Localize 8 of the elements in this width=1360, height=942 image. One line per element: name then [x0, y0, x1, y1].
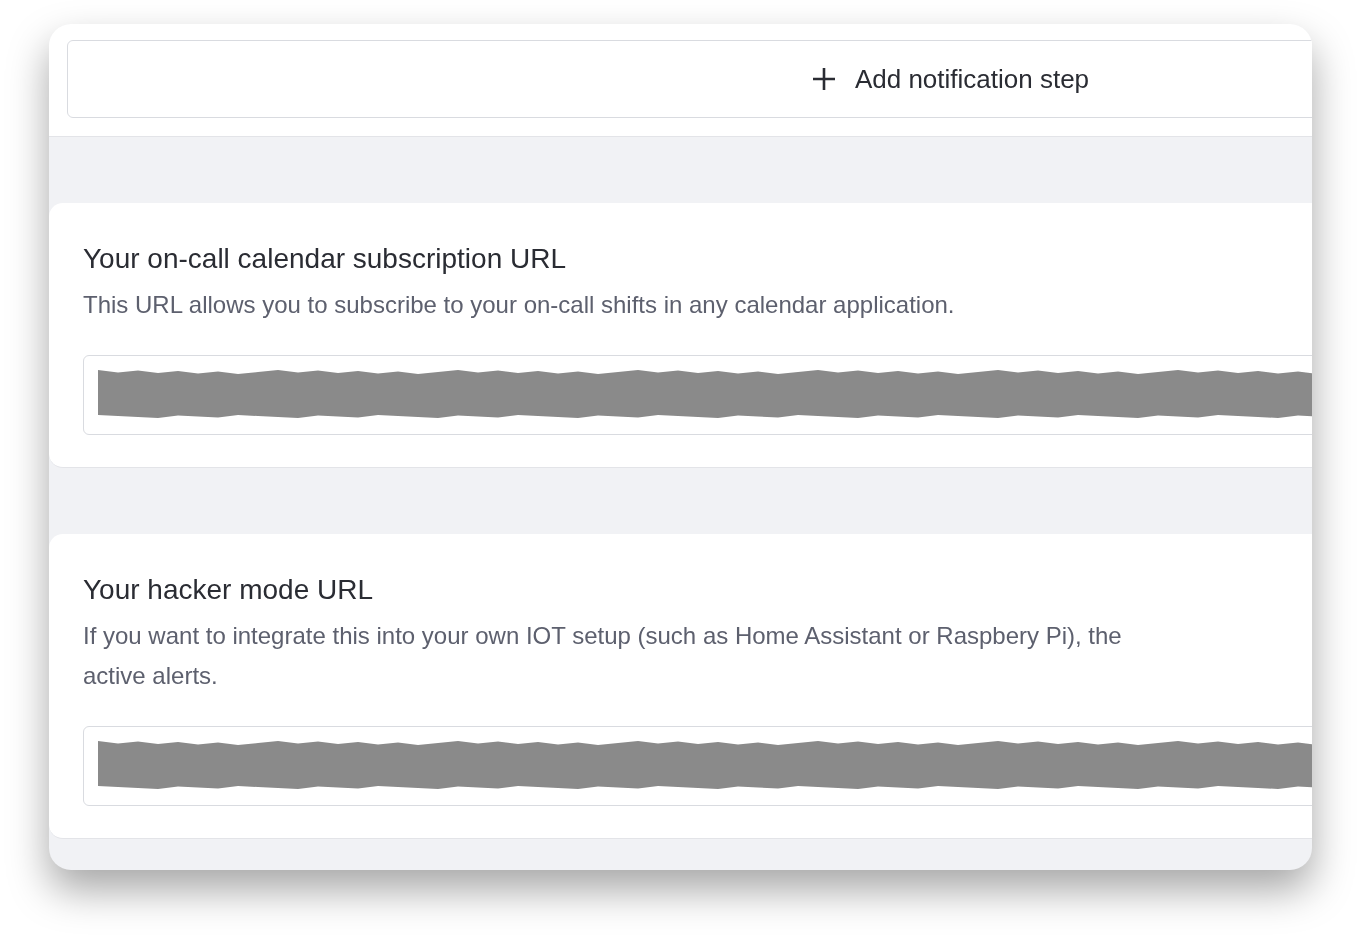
add-step-button[interactable]: Add notification step — [67, 40, 1312, 118]
plus-icon — [810, 66, 837, 92]
section-title: Your hacker mode URL — [83, 573, 374, 607]
url-field[interactable] — [83, 355, 1312, 435]
section-description: If you want to integrate this into your own IOT setup (such as Home Assistant or Raspbery Pi), the active alerts. — [83, 621, 1123, 691]
url-field[interactable] — [83, 726, 1312, 806]
section-title: Your on-call calendar subscription URL — [83, 242, 567, 276]
section-description: This URL allows you to subscribe to your on-call shifts in any calendar application. — [83, 290, 956, 320]
